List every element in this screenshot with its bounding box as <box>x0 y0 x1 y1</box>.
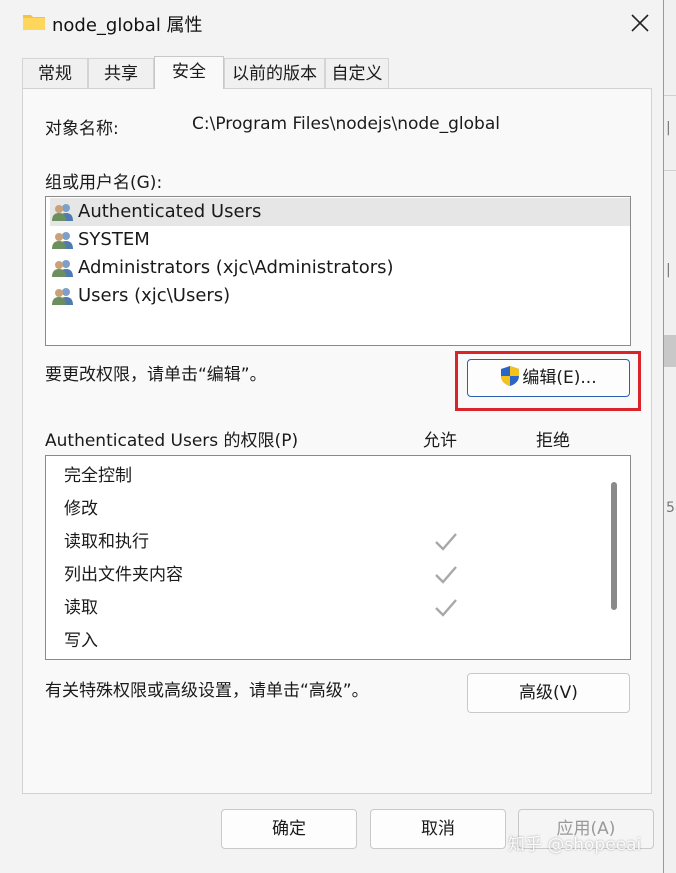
group-name: Administrators (xjc\Administrators) <box>78 257 394 278</box>
title-bar: node_global 属性 <box>0 0 663 46</box>
highlight-annotation <box>455 351 641 411</box>
users-icon <box>52 232 73 249</box>
permission-name: 读取 <box>64 598 98 618</box>
permission-row: 完全控制 <box>64 460 604 493</box>
ok-button[interactable]: 确定 <box>221 809 357 849</box>
groups-listbox[interactable]: Authenticated Users SYSTEM Administrator… <box>45 196 631 346</box>
deny-header: 拒绝 <box>536 431 570 451</box>
permission-row: 写入 <box>64 625 604 658</box>
change-permissions-hint: 要更改权限，请单击“编辑”。 <box>45 365 267 385</box>
tab-general[interactable]: 常规 <box>22 58 88 88</box>
check-icon <box>435 566 457 584</box>
permission-row: 修改 <box>64 493 604 526</box>
permissions-listbox[interactable]: 完全控制 修改 读取和执行 列出文件夹内容 读取 写入 <box>45 455 631 660</box>
allow-header: 允许 <box>423 431 457 451</box>
object-name-label: 对象名称: <box>45 119 119 139</box>
background-window: | | 58 <box>664 0 676 873</box>
permissions-scrollbar[interactable] <box>602 456 626 659</box>
watermark: 知乎 @shopeeai <box>508 835 642 855</box>
permission-row: 列出文件夹内容 <box>64 559 604 592</box>
group-item[interactable]: Users (xjc\Users) <box>50 282 630 310</box>
close-icon <box>631 14 649 32</box>
check-icon <box>435 599 457 617</box>
permission-row: 读取 <box>64 592 604 625</box>
scroll-thumb[interactable] <box>611 482 617 610</box>
advanced-button[interactable]: 高级(V) <box>467 673 630 713</box>
window-title: node_global 属性 <box>52 15 203 36</box>
properties-dialog: node_global 属性 常规 共享 安全 以前的版本 自定义 对象名称: … <box>0 0 664 873</box>
background-partial-text: 58 <box>666 500 676 516</box>
tab-previous-versions[interactable]: 以前的版本 <box>224 58 325 88</box>
check-icon <box>435 533 457 551</box>
group-item[interactable]: SYSTEM <box>50 226 630 254</box>
group-name: Authenticated Users <box>78 201 262 222</box>
tab-customize[interactable]: 自定义 <box>325 58 389 88</box>
object-name-value: C:\Program Files\nodejs\node_global <box>192 114 500 134</box>
permission-name: 读取和执行 <box>64 532 149 552</box>
users-icon <box>52 204 73 221</box>
advanced-hint: 有关特殊权限或高级设置，请单击“高级”。 <box>45 681 369 701</box>
group-item[interactable]: Administrators (xjc\Administrators) <box>50 254 630 282</box>
permission-name: 列出文件夹内容 <box>64 565 183 585</box>
tab-security[interactable]: 安全 <box>154 56 224 89</box>
permission-name: 修改 <box>64 499 98 519</box>
group-name: Users (xjc\Users) <box>78 285 231 306</box>
group-name: SYSTEM <box>78 229 150 250</box>
permission-row: 读取和执行 <box>64 526 604 559</box>
folder-icon <box>23 15 45 30</box>
group-item[interactable]: Authenticated Users <box>50 198 630 226</box>
users-icon <box>52 260 73 277</box>
close-button[interactable] <box>618 4 662 42</box>
tab-sharing[interactable]: 共享 <box>88 58 154 88</box>
permission-name: 写入 <box>64 631 98 651</box>
permissions-label: Authenticated Users 的权限(P) <box>45 431 299 451</box>
permission-name: 完全控制 <box>64 466 132 486</box>
groups-label: 组或用户名(G): <box>45 173 163 193</box>
cancel-button[interactable]: 取消 <box>370 809 506 849</box>
users-icon <box>52 288 73 305</box>
